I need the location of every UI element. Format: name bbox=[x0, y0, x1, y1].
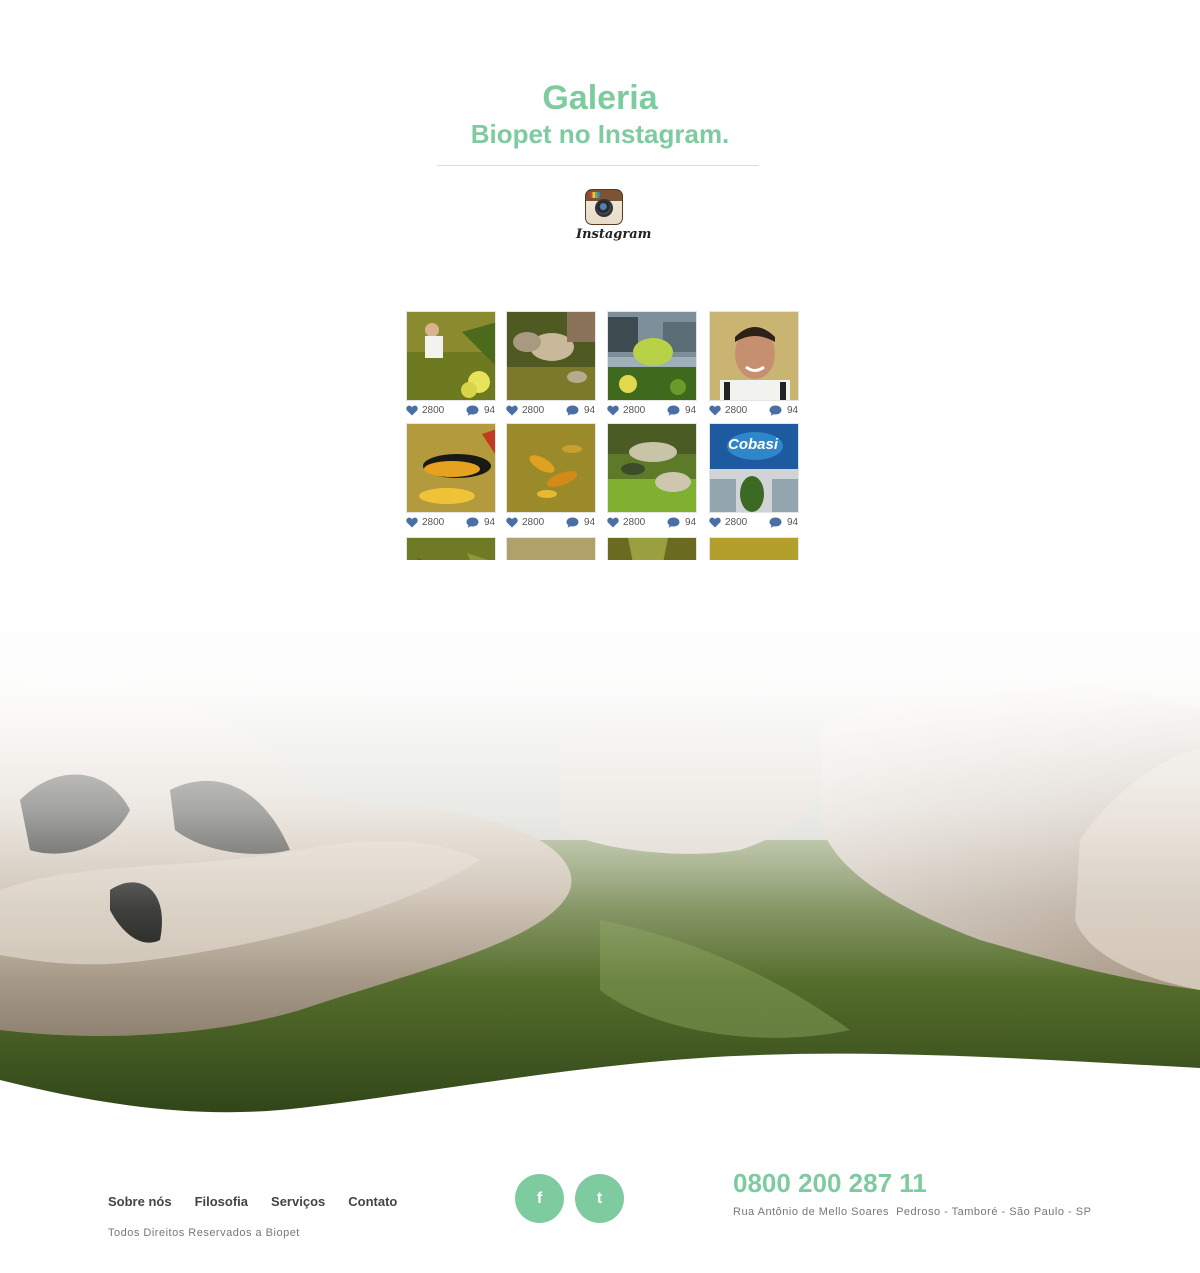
comments-count: 94 bbox=[584, 405, 596, 416]
comment-icon[interactable] bbox=[769, 405, 782, 416]
comments-count: 94 bbox=[685, 517, 697, 528]
gallery-photo[interactable] bbox=[506, 311, 596, 401]
likes-count: 2800 bbox=[422, 405, 445, 416]
instagram-logo-text: Instagram bbox=[576, 227, 652, 242]
gallery-item[interactable]: 2800 94 bbox=[406, 423, 496, 533]
comments-count: 94 bbox=[787, 517, 799, 528]
gallery-item[interactable]: 2800 94 bbox=[506, 423, 596, 533]
instagram-camera-icon bbox=[585, 189, 623, 225]
gallery-photo[interactable] bbox=[506, 423, 596, 513]
likes-count: 2800 bbox=[623, 405, 646, 416]
photo-stats: 2800 94 bbox=[607, 513, 697, 533]
footer-nav: Sobre nós Filosofia Serviços Contato bbox=[108, 1194, 397, 1209]
likes-count: 2800 bbox=[522, 517, 545, 528]
pond-background-image bbox=[0, 560, 1200, 1120]
gallery-photo[interactable] bbox=[607, 423, 697, 513]
gallery-item[interactable]: 2800 94 bbox=[607, 423, 697, 533]
footer-link-servicos[interactable]: Serviços bbox=[271, 1194, 325, 1209]
heart-icon[interactable] bbox=[406, 517, 418, 528]
photo-stats: 2800 94 bbox=[406, 401, 496, 421]
gallery-item[interactable]: 2800 94 bbox=[709, 311, 799, 421]
comments-count: 94 bbox=[484, 517, 496, 528]
comments-count: 94 bbox=[787, 405, 799, 416]
gallery-photo[interactable] bbox=[709, 311, 799, 401]
footer-link-contato[interactable]: Contato bbox=[348, 1194, 397, 1209]
instagram-logo[interactable]: Instagram bbox=[576, 189, 652, 247]
facebook-button[interactable]: f bbox=[515, 1174, 564, 1223]
store-sign-text: Cobasi bbox=[728, 436, 779, 453]
gallery-item[interactable]: 2800 94 bbox=[406, 311, 496, 421]
comment-icon[interactable] bbox=[667, 405, 680, 416]
header-divider bbox=[437, 165, 759, 166]
facebook-icon: f bbox=[536, 1189, 543, 1207]
gallery-item[interactable]: Cobasi 2800 94 bbox=[709, 423, 799, 533]
heart-icon[interactable] bbox=[607, 405, 619, 416]
twitter-button[interactable]: t bbox=[575, 1174, 624, 1223]
comment-icon[interactable] bbox=[466, 405, 479, 416]
page-title: Galeria bbox=[542, 79, 658, 117]
heart-icon[interactable] bbox=[709, 405, 721, 416]
gallery-photo[interactable] bbox=[406, 423, 496, 513]
gallery-header: Galeria Biopet no Instagram. bbox=[0, 78, 1200, 150]
gallery-photo[interactable] bbox=[607, 311, 697, 401]
photo-stats: 2800 94 bbox=[406, 513, 496, 533]
photo-stats: 2800 94 bbox=[506, 401, 596, 421]
footer-link-sobre-nos[interactable]: Sobre nós bbox=[108, 1194, 172, 1209]
footer-link-filosofia[interactable]: Filosofia bbox=[195, 1194, 248, 1209]
comment-icon[interactable] bbox=[769, 517, 782, 528]
likes-count: 2800 bbox=[623, 517, 646, 528]
gallery-item[interactable]: 2800 94 bbox=[607, 311, 697, 421]
twitter-icon: t bbox=[596, 1189, 603, 1207]
photo-stats: 2800 94 bbox=[607, 401, 697, 421]
heart-icon[interactable] bbox=[506, 517, 518, 528]
comment-icon[interactable] bbox=[667, 517, 680, 528]
comments-count: 94 bbox=[584, 517, 596, 528]
heart-icon[interactable] bbox=[607, 517, 619, 528]
likes-count: 2800 bbox=[422, 517, 445, 528]
likes-count: 2800 bbox=[725, 517, 748, 528]
comment-icon[interactable] bbox=[566, 517, 579, 528]
heart-icon[interactable] bbox=[709, 517, 721, 528]
photo-stats: 2800 94 bbox=[709, 401, 799, 421]
gallery-photo[interactable]: Cobasi bbox=[709, 423, 799, 513]
comments-count: 94 bbox=[685, 405, 697, 416]
page-subtitle: Biopet no Instagram. bbox=[470, 119, 730, 149]
heart-icon[interactable] bbox=[506, 405, 518, 416]
comment-icon[interactable] bbox=[466, 517, 479, 528]
photo-stats: 2800 94 bbox=[709, 513, 799, 533]
likes-count: 2800 bbox=[522, 405, 545, 416]
gallery-item[interactable]: 2800 94 bbox=[506, 311, 596, 421]
heart-icon[interactable] bbox=[406, 405, 418, 416]
phone-number: 0800 200 287 11 bbox=[733, 1168, 927, 1198]
photo-stats: 2800 94 bbox=[506, 513, 596, 533]
comments-count: 94 bbox=[484, 405, 496, 416]
gallery-photo[interactable] bbox=[406, 311, 496, 401]
copyright-text: Todos Direitos Reservados a Biopet bbox=[108, 1227, 300, 1239]
comment-icon[interactable] bbox=[566, 405, 579, 416]
likes-count: 2800 bbox=[725, 405, 748, 416]
address-text: Rua Antônio de Mello Soares Pedroso - Ta… bbox=[733, 1206, 1092, 1218]
